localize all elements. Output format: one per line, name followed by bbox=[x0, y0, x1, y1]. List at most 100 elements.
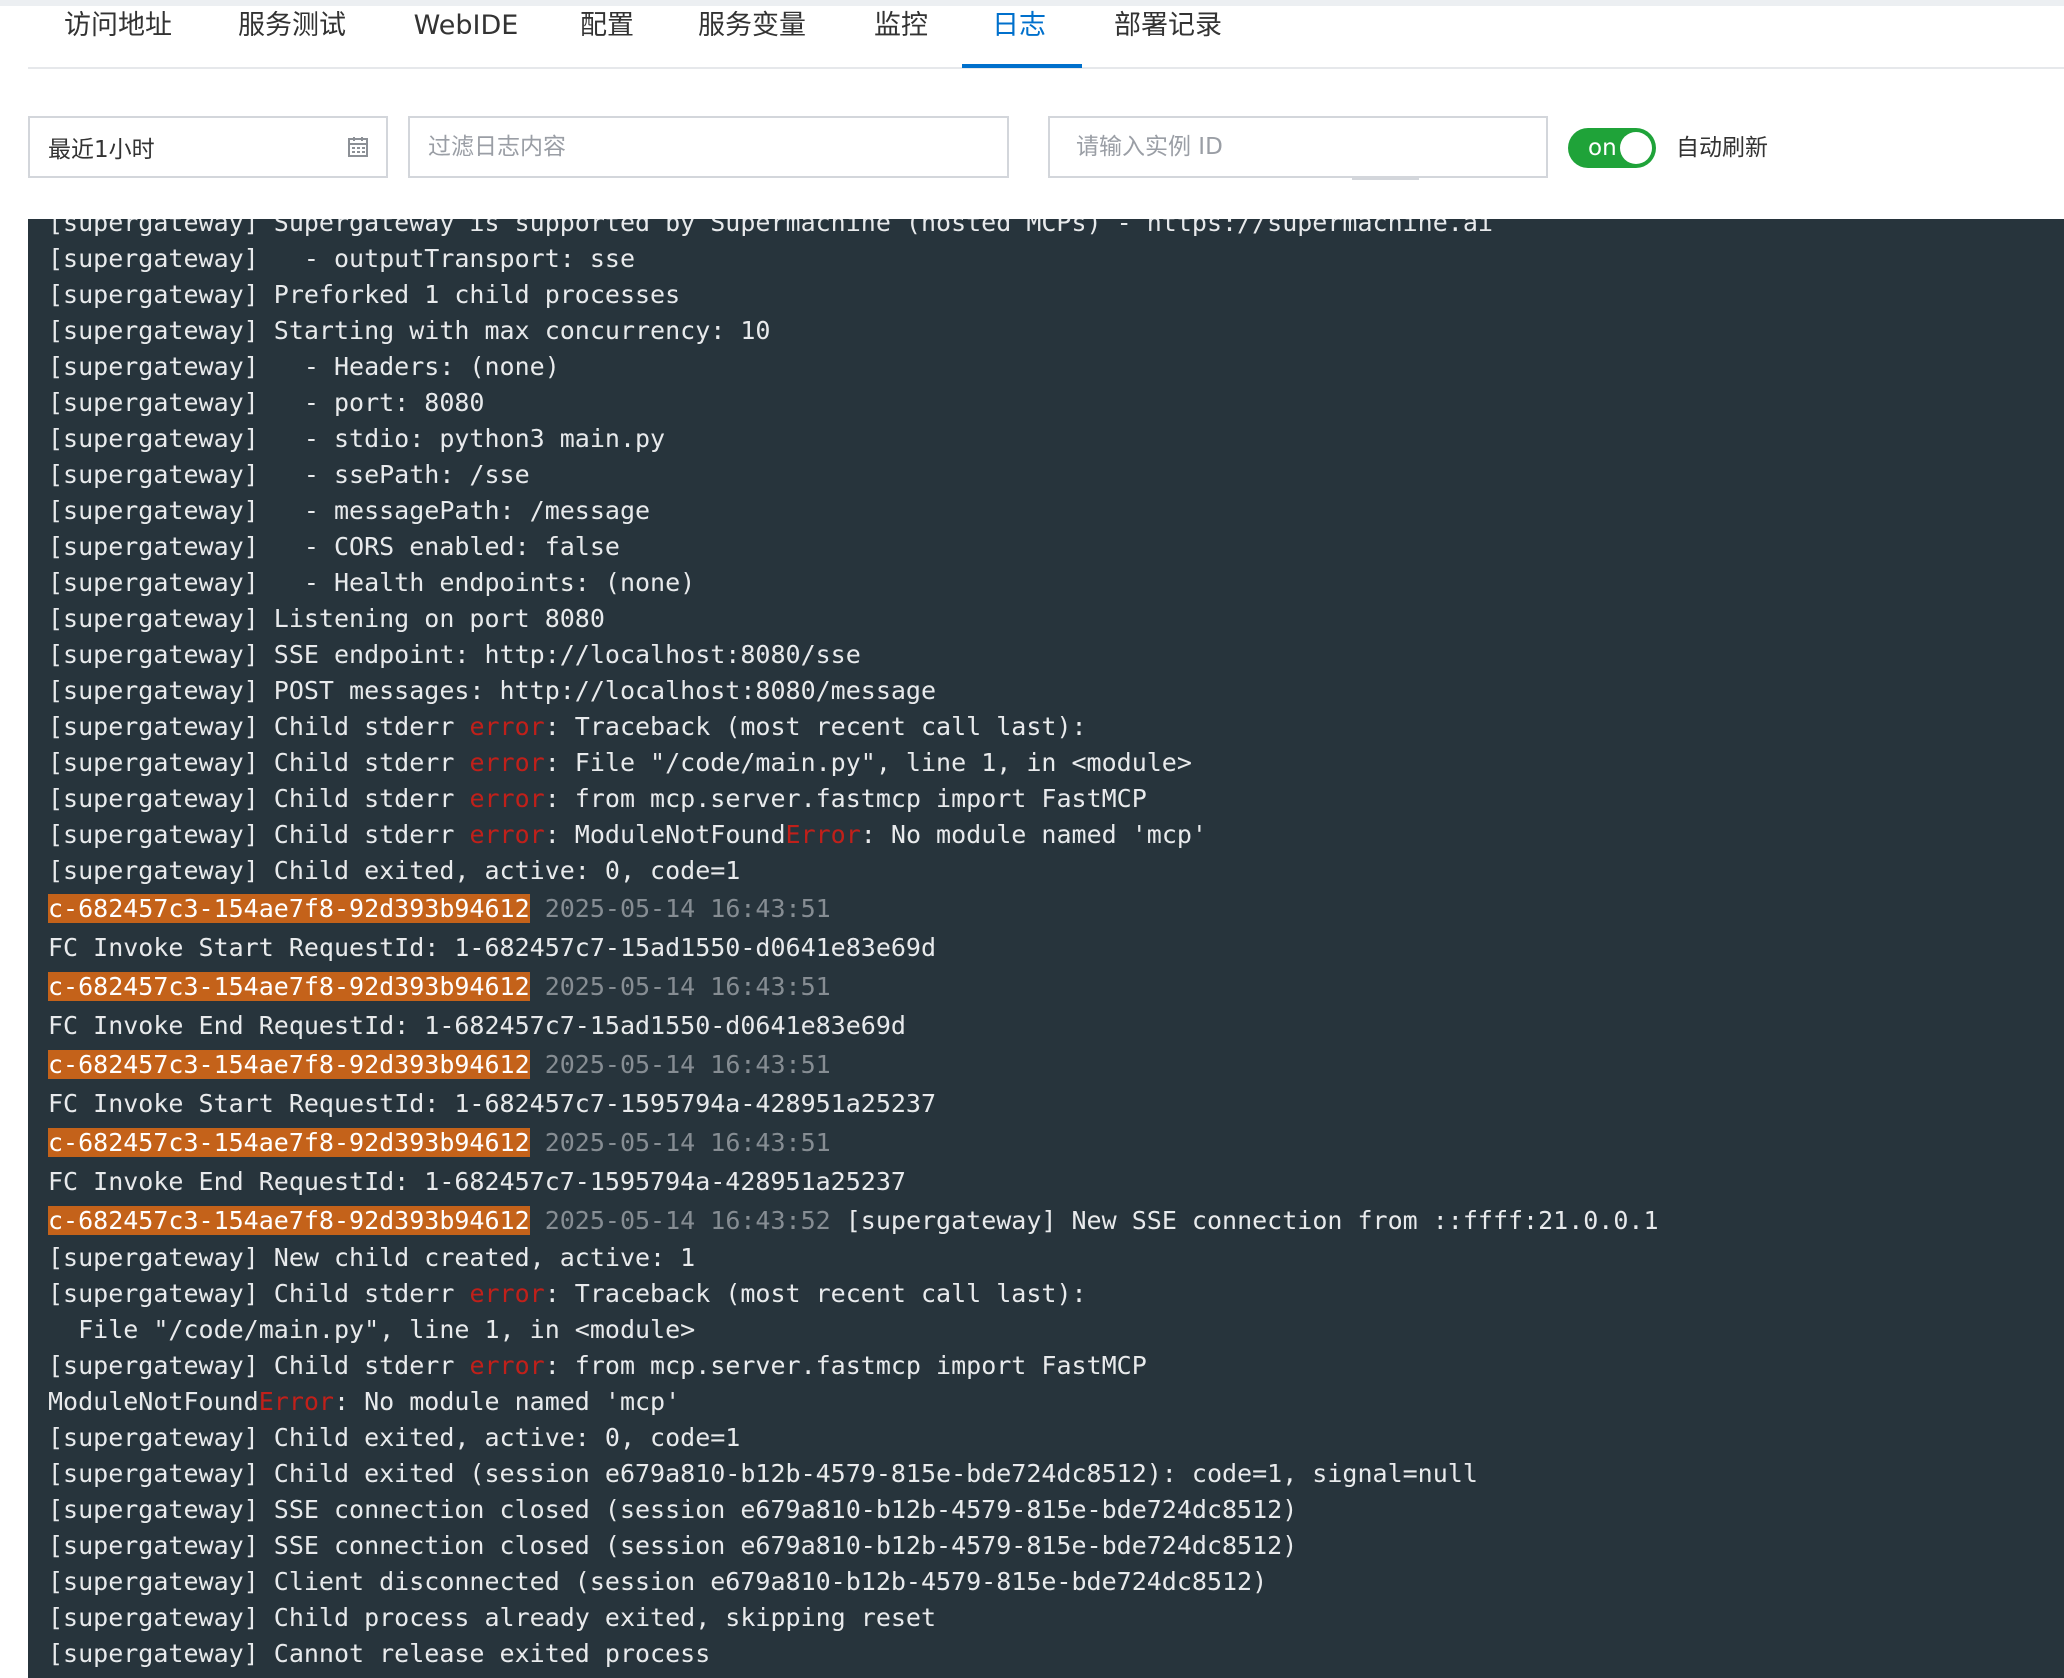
log-text: [supergateway] - ssePath: /sse bbox=[48, 460, 530, 489]
log-text: [supergateway] - Headers: (none) bbox=[48, 352, 560, 381]
log-line: [supergateway] SSE endpoint: http://loca… bbox=[48, 637, 1659, 673]
error-keyword: error bbox=[469, 748, 545, 777]
log-timestamp: 2025-05-14 16:43:52 bbox=[544, 1206, 831, 1235]
log-timestamp: 2025-05-14 16:43:51 bbox=[544, 972, 831, 1001]
log-line: File "/code/main.py", line 1, in <module… bbox=[48, 1312, 1659, 1348]
log-line: FC Invoke End RequestId: 1-682457c7-15ad… bbox=[48, 1006, 1659, 1045]
log-text: [supergateway] Client disconnected (sess… bbox=[48, 1567, 1268, 1596]
log-timestamp: 2025-05-14 16:43:51 bbox=[544, 894, 831, 923]
tab-service-variables[interactable]: 服务变量 bbox=[694, 6, 810, 67]
toggle-knob bbox=[1620, 132, 1652, 164]
log-text: [supergateway] Child exited, active: 0, … bbox=[48, 856, 741, 885]
active-tab-indicator bbox=[962, 64, 1082, 68]
instance-id-input[interactable] bbox=[1050, 118, 1530, 176]
log-line: [supergateway] Starting with max concurr… bbox=[48, 313, 1659, 349]
tab-logs[interactable]: 日志 bbox=[988, 6, 1050, 67]
time-range-input[interactable] bbox=[30, 118, 330, 176]
log-text: [supergateway] - Health endpoints: (none… bbox=[48, 568, 696, 597]
log-line: [supergateway] - port: 8080 bbox=[48, 385, 1659, 421]
log-text: [supergateway] Supergateway is supported… bbox=[48, 219, 1493, 237]
log-text: : ModuleNotFound bbox=[544, 820, 786, 849]
log-text: [supergateway] Cannot release exited pro… bbox=[48, 1639, 711, 1668]
log-text: FC Invoke End RequestId: 1-682457c7-15ad… bbox=[48, 1011, 906, 1040]
instance-id-badge: c-682457c3-154ae7f8-92d393b94612 bbox=[48, 894, 530, 923]
log-line: [supergateway] SSE connection closed (se… bbox=[48, 1492, 1659, 1528]
log-filter-input[interactable] bbox=[410, 118, 930, 176]
log-line: c-682457c3-154ae7f8-92d393b94612 2025-05… bbox=[48, 1123, 1659, 1162]
log-line: [supergateway] Child stderr error: from … bbox=[48, 1348, 1659, 1384]
tab-service-test[interactable]: 服务测试 bbox=[234, 6, 350, 67]
error-keyword: error bbox=[469, 784, 545, 813]
tab-deploy-records[interactable]: 部署记录 bbox=[1110, 6, 1226, 67]
log-line: [supergateway] Child stderr error: Modul… bbox=[48, 817, 1659, 853]
log-text: [supergateway] Child stderr bbox=[48, 820, 470, 849]
error-keyword: error bbox=[469, 712, 545, 741]
log-line: [supergateway] SSE connection closed (se… bbox=[48, 1528, 1659, 1564]
instance-id-badge: c-682457c3-154ae7f8-92d393b94612 bbox=[48, 1050, 530, 1079]
log-text: [supergateway] Child stderr bbox=[48, 1279, 470, 1308]
log-line: [supergateway] Listening on port 8080 bbox=[48, 601, 1659, 637]
log-line: [supergateway] - CORS enabled: false bbox=[48, 529, 1659, 565]
log-output-panel[interactable]: [supergateway] Supergateway is supported… bbox=[28, 219, 2064, 1678]
log-text: File "/code/main.py", line 1, in <module… bbox=[48, 1315, 696, 1344]
log-line: [supergateway] - stdio: python3 main.py bbox=[48, 421, 1659, 457]
log-text: : from mcp.server.fastmcp import FastMCP bbox=[544, 1351, 1147, 1380]
log-text: [supergateway] Child process already exi… bbox=[48, 1603, 937, 1632]
tab-monitoring[interactable]: 监控 bbox=[870, 6, 932, 67]
error-keyword: Error bbox=[785, 820, 861, 849]
log-line: c-682457c3-154ae7f8-92d393b94612 2025-05… bbox=[48, 1201, 1659, 1240]
log-line: FC Invoke Start RequestId: 1-682457c7-15… bbox=[48, 1084, 1659, 1123]
tab-access-address[interactable]: 访问地址 bbox=[60, 6, 176, 67]
log-text: : from mcp.server.fastmcp import FastMCP bbox=[544, 784, 1147, 813]
log-line: FC Invoke End RequestId: 1-682457c7-1595… bbox=[48, 1162, 1659, 1201]
log-line: [supergateway] - outputTransport: sse bbox=[48, 241, 1659, 277]
log-text: [supergateway] Child exited, active: 0, … bbox=[48, 1423, 741, 1452]
log-text: [supergateway] Listening on port 8080 bbox=[48, 604, 605, 633]
calendar-icon[interactable] bbox=[348, 136, 368, 158]
log-text: : Traceback (most recent call last): bbox=[544, 712, 1087, 741]
error-keyword: error bbox=[469, 1351, 545, 1380]
log-text: : File "/code/main.py", line 1, in <modu… bbox=[544, 748, 1192, 777]
log-line: c-682457c3-154ae7f8-92d393b94612 2025-05… bbox=[48, 967, 1659, 1006]
tab-config[interactable]: 配置 bbox=[576, 6, 638, 67]
log-line: [supergateway] - Health endpoints: (none… bbox=[48, 565, 1659, 601]
error-keyword: error bbox=[469, 1279, 545, 1308]
log-text: FC Invoke End RequestId: 1-682457c7-1595… bbox=[48, 1167, 906, 1196]
log-text: [supergateway] SSE connection closed (se… bbox=[48, 1495, 1298, 1524]
log-content-filter[interactable] bbox=[408, 116, 1419, 180]
log-line: [supergateway] Child exited (session e67… bbox=[48, 1456, 1659, 1492]
toggle-state-text: on bbox=[1588, 135, 1617, 161]
log-line: [supergateway] - messagePath: /message bbox=[48, 493, 1659, 529]
log-text: [supergateway] Child exited (session e67… bbox=[48, 1459, 1478, 1488]
time-range-picker[interactable] bbox=[28, 116, 388, 178]
tab-bar: 访问地址 服务测试 WebIDE 配置 服务变量 监控 日志 部署记录 bbox=[28, 6, 2064, 69]
log-text: [supergateway] New SSE connection from :… bbox=[830, 1206, 1659, 1235]
tab-webide[interactable]: WebIDE bbox=[411, 6, 521, 67]
auto-refresh-toggle[interactable]: on bbox=[1568, 128, 1656, 168]
log-line: [supergateway] Child stderr error: Trace… bbox=[48, 1276, 1659, 1312]
log-text: [supergateway] Child stderr bbox=[48, 1351, 470, 1380]
log-text: FC Invoke Start RequestId: 1-682457c7-15… bbox=[48, 1089, 937, 1118]
instance-id-field[interactable] bbox=[1048, 116, 1548, 178]
log-line: c-682457c3-154ae7f8-92d393b94612 2025-05… bbox=[48, 889, 1659, 928]
log-text: [supergateway] POST messages: http://loc… bbox=[48, 676, 937, 705]
log-line: [supergateway] Child stderr error: from … bbox=[48, 781, 1659, 817]
instance-id-badge: c-682457c3-154ae7f8-92d393b94612 bbox=[48, 972, 530, 1001]
log-line: [supergateway] Cannot release exited pro… bbox=[48, 1636, 1659, 1672]
instance-id-badge: c-682457c3-154ae7f8-92d393b94612 bbox=[48, 1128, 530, 1157]
log-line: [supergateway] - Headers: (none) bbox=[48, 349, 1659, 385]
log-text: : Traceback (most recent call last): bbox=[544, 1279, 1087, 1308]
log-line: c-682457c3-154ae7f8-92d393b94612 2025-05… bbox=[48, 1045, 1659, 1084]
log-text: [supergateway] Preforked 1 child process… bbox=[48, 280, 681, 309]
error-keyword: error bbox=[469, 820, 545, 849]
log-line: [supergateway] Preforked 1 child process… bbox=[48, 277, 1659, 313]
log-line: [supergateway] - ssePath: /sse bbox=[48, 457, 1659, 493]
log-text: [supergateway] Starting with max concurr… bbox=[48, 316, 771, 345]
log-line: [supergateway] Child stderr error: Trace… bbox=[48, 709, 1659, 745]
auto-refresh-label: 自动刷新 bbox=[1676, 135, 1768, 161]
log-line: [supergateway] Supergateway is supported… bbox=[48, 219, 1659, 241]
